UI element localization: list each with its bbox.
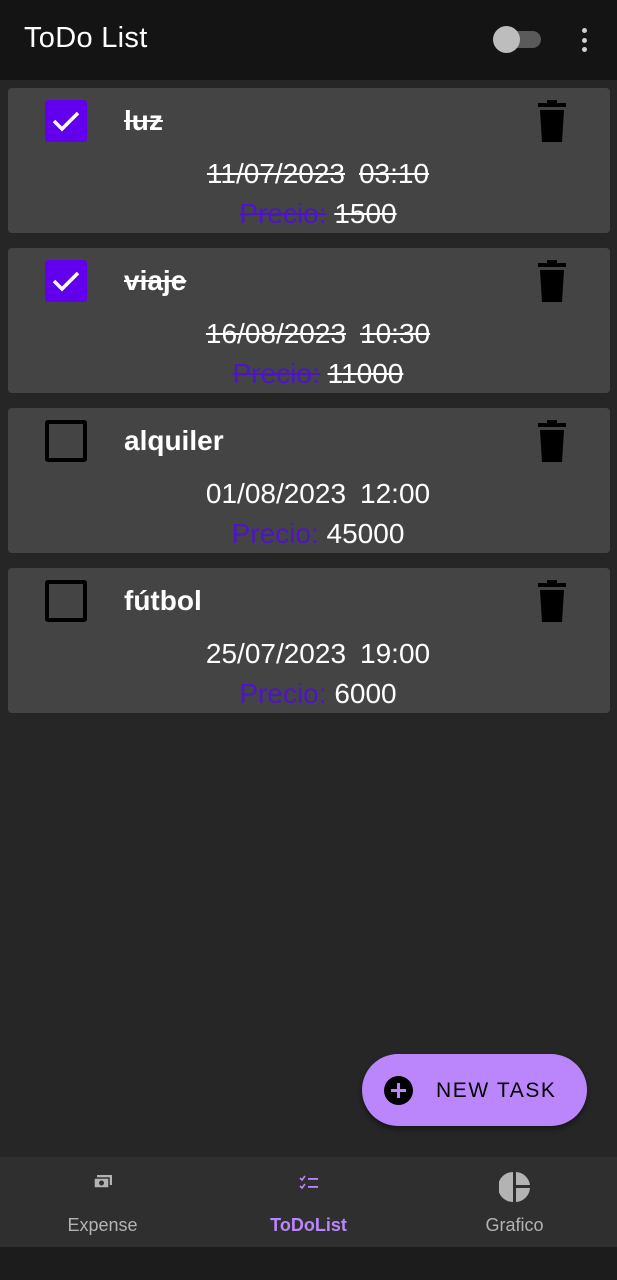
price-label: Precio:: [232, 358, 320, 389]
nav-label-todolist: ToDoList: [270, 1215, 347, 1235]
task-price: Precio: 11000: [8, 358, 610, 390]
bottom-navigation: Expense ToDoList Grafico: [0, 1157, 617, 1247]
checklist-icon: [298, 1175, 318, 1190]
nav-label-expense: Expense: [67, 1215, 138, 1235]
task-list: luz 11/07/2023 03:10 Precio: 1500 viaje 1…: [0, 88, 617, 728]
task-name: viaje: [124, 265, 187, 296]
price-value: 1500: [334, 198, 397, 229]
task-checkbox[interactable]: [45, 580, 87, 622]
task-checkbox[interactable]: [45, 420, 87, 462]
task-card: luz 11/07/2023 03:10 Precio: 1500: [8, 88, 610, 233]
task-datetime: 11/07/2023 03:10: [8, 158, 610, 190]
trash-icon[interactable]: [536, 580, 568, 622]
system-nav-area: [0, 1247, 617, 1280]
task-name: fútbol: [124, 585, 202, 616]
app-bar: ToDo List: [0, 0, 617, 80]
nav-label-grafico: Grafico: [485, 1215, 544, 1235]
task-card: fútbol 25/07/2023 19:00 Precio: 6000: [8, 568, 610, 713]
price-value: 45000: [326, 518, 405, 549]
nav-item-expense[interactable]: Expense: [0, 1157, 205, 1247]
task-time: 19:00: [360, 638, 431, 669]
price-value: 11000: [327, 358, 404, 389]
task-name: alquiler: [124, 425, 224, 456]
task-datetime: 25/07/2023 19:00: [8, 638, 610, 670]
nav-item-todolist[interactable]: ToDoList: [206, 1157, 411, 1247]
task-price: Precio: 6000: [8, 678, 610, 710]
task-time: 12:00: [360, 478, 431, 509]
trash-icon[interactable]: [536, 420, 568, 462]
task-date: 16/08/2023: [205, 318, 347, 349]
theme-toggle[interactable]: [493, 26, 541, 53]
nav-item-grafico[interactable]: Grafico: [412, 1157, 617, 1247]
task-card: alquiler 01/08/2023 12:00 Precio: 45000: [8, 408, 610, 553]
checkmark-icon: [52, 271, 80, 292]
price-value: 6000: [334, 678, 397, 709]
pie-chart-icon: [498, 1172, 530, 1202]
task-date: 25/07/2023: [205, 638, 347, 669]
task-price: Precio: 1500: [8, 198, 610, 230]
price-label: Precio:: [231, 518, 319, 549]
add-circle-icon: [384, 1076, 413, 1105]
trash-icon[interactable]: [536, 100, 568, 142]
task-price: Precio: 45000: [8, 518, 610, 550]
new-task-label: NEW TASK: [436, 1079, 557, 1102]
task-checkbox[interactable]: [45, 100, 87, 142]
more-options-icon[interactable]: [572, 26, 596, 54]
task-time: 10:30: [360, 318, 431, 349]
task-time: 03:10: [358, 158, 430, 189]
task-datetime: 16/08/2023 10:30: [8, 318, 610, 350]
toggle-thumb: [493, 26, 520, 53]
task-datetime: 01/08/2023 12:00: [8, 478, 610, 510]
price-label: Precio:: [239, 198, 327, 229]
task-name: luz: [124, 105, 163, 136]
task-date: 01/08/2023: [205, 478, 347, 509]
checkmark-icon: [52, 111, 80, 132]
new-task-button[interactable]: NEW TASK: [362, 1054, 587, 1126]
trash-icon[interactable]: [536, 260, 568, 302]
task-date: 11/07/2023: [206, 158, 345, 189]
app-title: ToDo List: [24, 22, 148, 54]
price-label: Precio:: [239, 678, 327, 709]
task-card: viaje 16/08/2023 10:30 Precio: 11000: [8, 248, 610, 393]
task-checkbox[interactable]: [45, 260, 87, 302]
money-icon: [93, 1175, 112, 1189]
